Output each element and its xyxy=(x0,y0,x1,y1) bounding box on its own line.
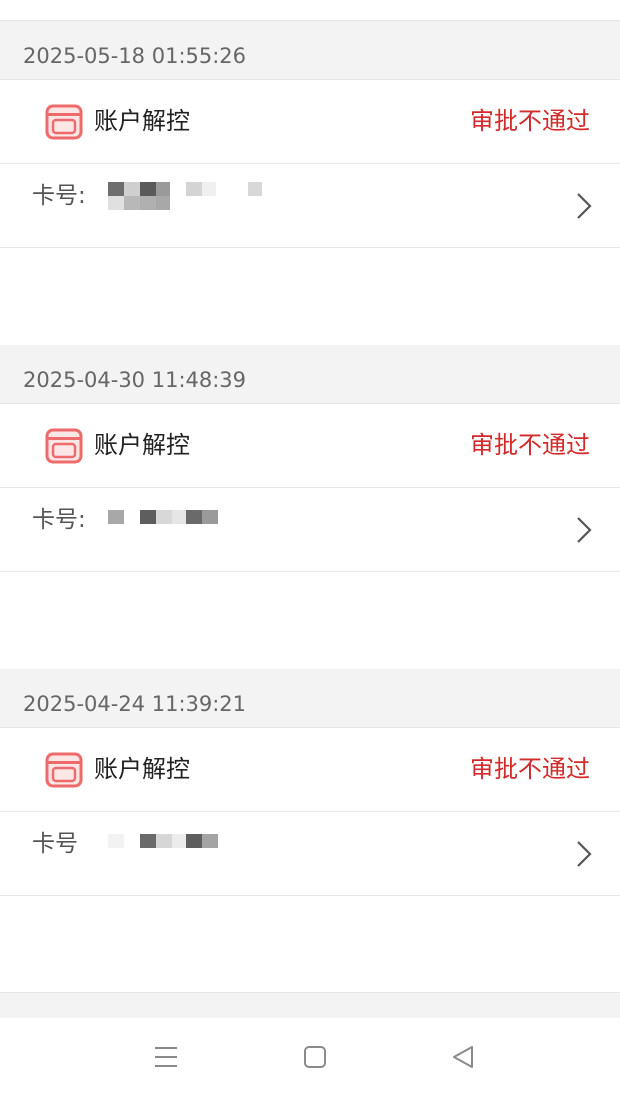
record-status: 审批不通过 xyxy=(470,755,590,783)
card-icon xyxy=(45,752,83,788)
record-datetime: 2025-05-18 01:55:26 xyxy=(0,21,620,80)
chevron-right-icon[interactable] xyxy=(576,840,592,868)
record-type: 账户解控 xyxy=(94,431,190,459)
record-title-row[interactable]: 账户解控 审批不通过 xyxy=(0,80,620,164)
record-type: 账户解控 xyxy=(94,107,190,135)
record-status: 审批不通过 xyxy=(470,107,590,135)
card-icon xyxy=(45,428,83,464)
record-type: 账户解控 xyxy=(94,755,190,783)
system-nav-bar xyxy=(0,1018,620,1096)
record-spacer xyxy=(0,572,620,668)
card-number-label: 卡号: xyxy=(32,183,86,209)
card-number-row[interactable]: 卡号: xyxy=(0,164,620,248)
top-strip xyxy=(0,0,620,21)
record-title-row[interactable]: 账户解控 审批不通过 xyxy=(0,728,620,812)
card-icon xyxy=(45,104,83,140)
record-title-row[interactable]: 账户解控 审批不通过 xyxy=(0,404,620,488)
record-item: 2025-04-30 11:48:39 账户解控 审批不通过 卡号: xyxy=(0,345,620,668)
record-item: 2025-04-24 11:39:21 账户解控 审批不通过 卡号 xyxy=(0,669,620,896)
record-datetime: 2025-04-24 11:39:21 xyxy=(0,669,620,728)
home-icon[interactable] xyxy=(302,1044,328,1070)
card-number-row[interactable]: 卡号: xyxy=(0,488,620,572)
record-item: 2025-05-18 01:55:26 账户解控 审批不通过 卡号: xyxy=(0,21,620,344)
card-number-label: 卡号: xyxy=(32,507,86,533)
chevron-right-icon[interactable] xyxy=(576,516,592,544)
record-status: 审批不通过 xyxy=(470,431,590,459)
section-divider xyxy=(0,992,620,1019)
card-number-row[interactable]: 卡号 xyxy=(0,812,620,896)
menu-icon[interactable] xyxy=(153,1044,179,1070)
record-datetime: 2025-04-30 11:48:39 xyxy=(0,345,620,404)
masked-card-number xyxy=(108,182,262,210)
card-number-label: 卡号 xyxy=(32,831,78,857)
masked-card-number xyxy=(108,510,218,524)
app-screen: 2025-05-18 01:55:26 账户解控 审批不通过 卡号: 2025-… xyxy=(0,0,620,1096)
chevron-right-icon[interactable] xyxy=(576,192,592,220)
masked-card-number xyxy=(108,834,218,848)
back-icon[interactable] xyxy=(450,1044,476,1070)
record-spacer xyxy=(0,248,620,344)
